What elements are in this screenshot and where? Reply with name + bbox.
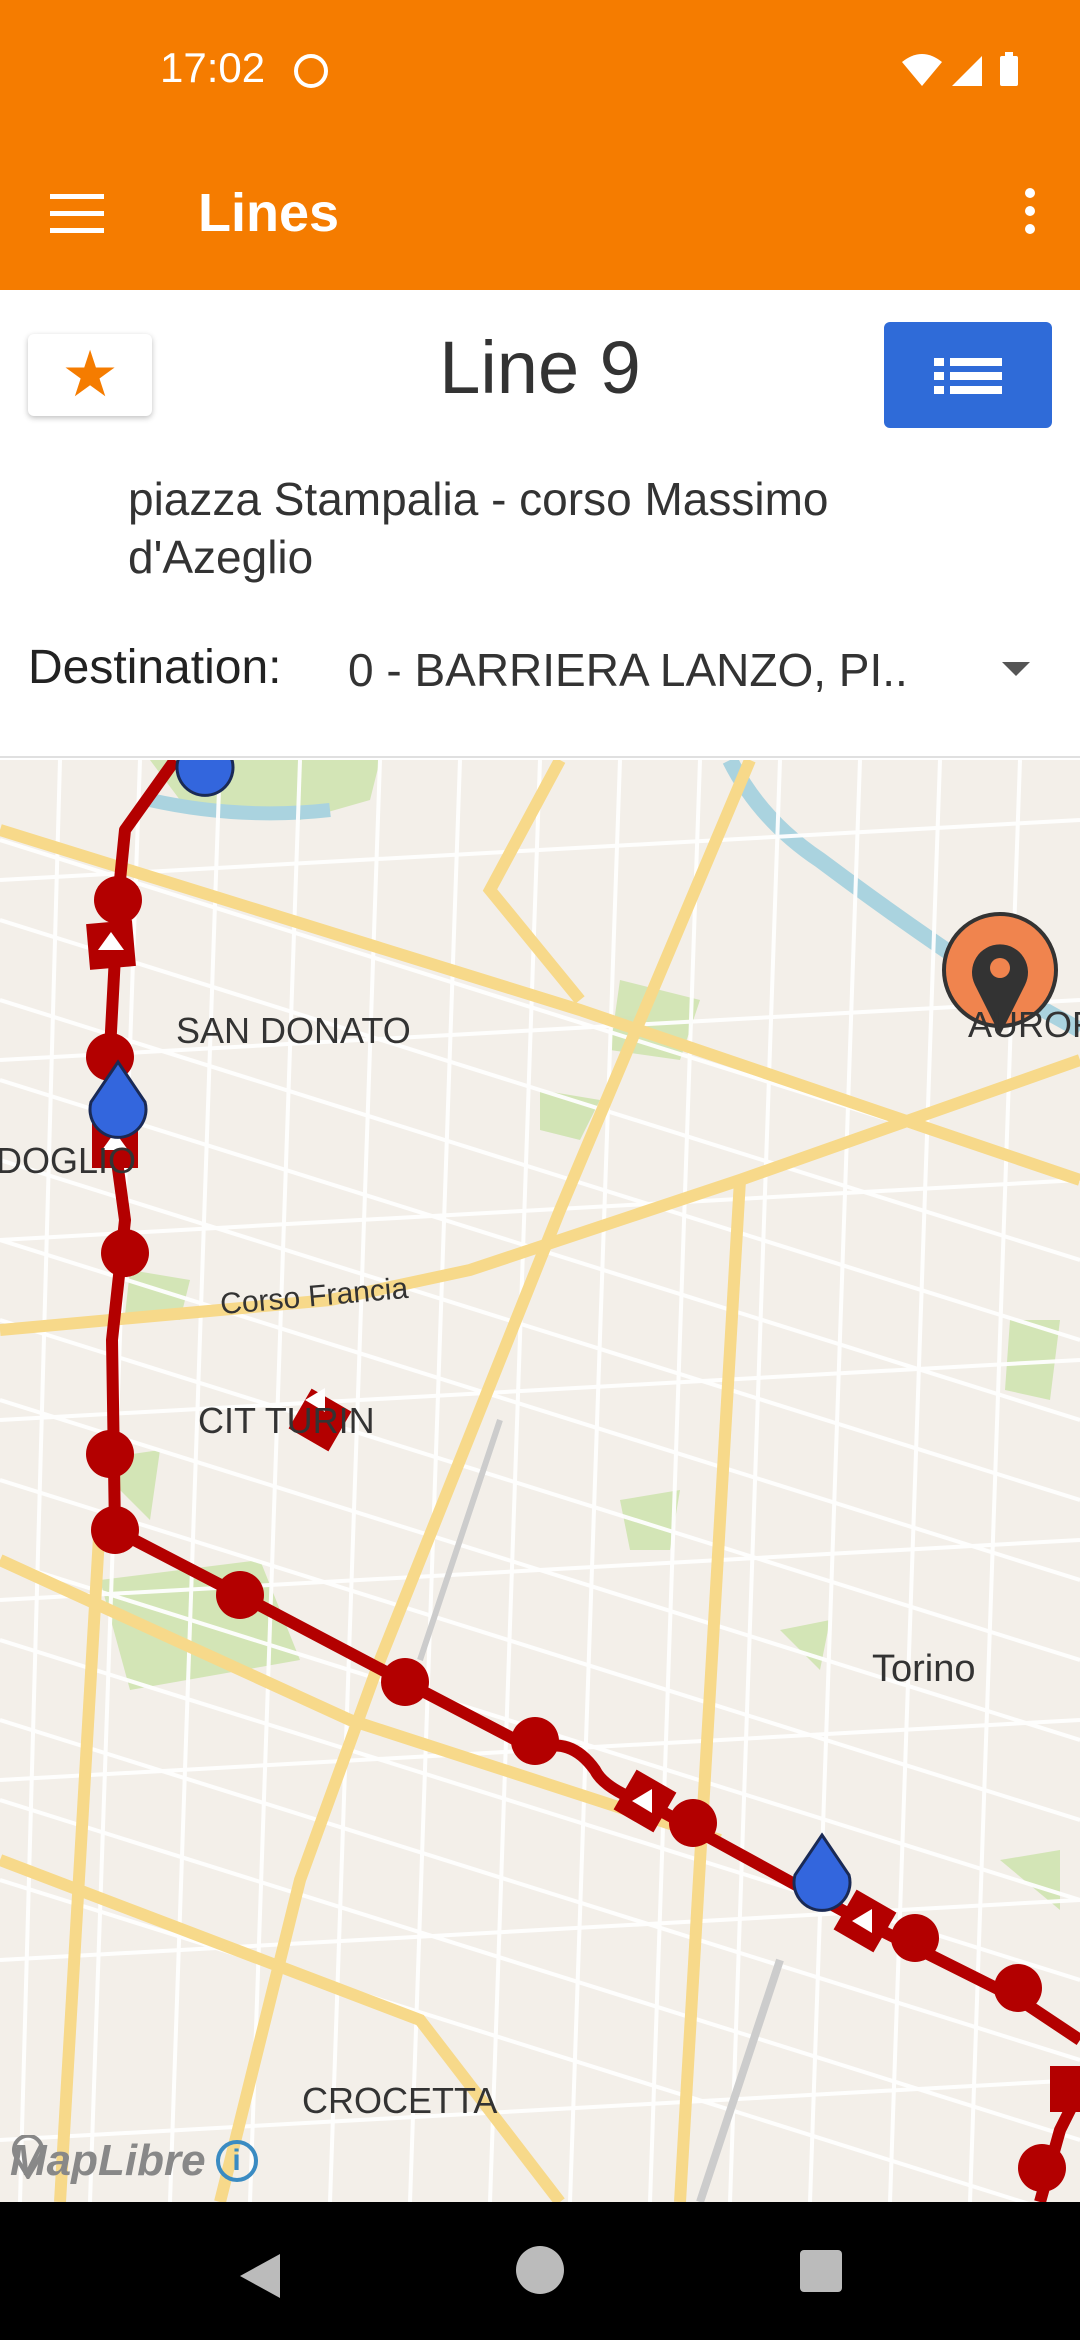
map-attribution: MapLibre i: [10, 2135, 258, 2187]
notification-icon: [294, 54, 328, 88]
map-label-cit-turin: CIT TURIN: [198, 1400, 375, 1441]
list-icon: [934, 358, 1002, 394]
status-bar: 17:02: [0, 0, 1080, 142]
destination-dropdown[interactable]: 0 - BARRIERA LANZO, PI..: [330, 620, 1050, 720]
bus-vehicle-icon: [792, 1832, 852, 1912]
map-label-doglio: IDOGLIO: [0, 1140, 137, 1181]
maplibre-logo-icon: [12, 2135, 44, 2179]
wifi-icon: [902, 54, 942, 86]
system-nav-bar: [0, 2202, 1080, 2340]
bus-stop: [216, 1571, 264, 1619]
status-time: 17:02: [160, 44, 266, 91]
bus-stop: [101, 1229, 149, 1277]
bus-stop: [891, 1914, 939, 1962]
destination-label: Destination:: [28, 641, 282, 694]
divider: [0, 756, 1080, 758]
menu-icon[interactable]: [50, 194, 104, 234]
info-icon[interactable]: i: [215, 2140, 258, 2182]
map-label-crocetta: CROCETTA: [302, 2080, 498, 2121]
bus-stop: [91, 1506, 139, 1554]
bus-stop: [94, 876, 142, 924]
route-description: piazza Stampalia - corso Massimo d'Azegl…: [128, 473, 829, 583]
app-bar: Lines: [0, 142, 1080, 290]
destination-value: 0 - BARRIERA LANZO, PI..: [348, 644, 908, 696]
map-view[interactable]: SAN DONATO IDOGLIO Corso Francia CIT TUR…: [0, 760, 1080, 2202]
dropdown-arrow-icon: [1002, 662, 1030, 676]
map-label-aurora: AURORA: [968, 1004, 1080, 1045]
back-icon[interactable]: [236, 2252, 284, 2300]
recent-apps-icon[interactable]: [800, 2250, 842, 2292]
map-canvas: [0, 760, 1080, 2202]
direction-arrow: [1050, 2066, 1080, 2112]
bus-stop: [669, 1799, 717, 1847]
stops-list-button[interactable]: [884, 322, 1052, 428]
signal-icon: [952, 56, 982, 86]
more-options-icon[interactable]: [1020, 188, 1040, 242]
app-title: Lines: [198, 183, 340, 243]
bus-stop: [511, 1717, 559, 1765]
battery-icon: [1000, 56, 1018, 86]
bus-stop: [994, 1964, 1042, 2012]
status-icons: [900, 50, 1030, 94]
map-label-san-donato: SAN DONATO: [176, 1010, 411, 1051]
map-label-torino: Torino: [872, 1648, 976, 1690]
home-icon[interactable]: [516, 2246, 564, 2294]
bus-stop: [1018, 2144, 1066, 2192]
bus-stop: [86, 1430, 134, 1478]
bus-stop: [381, 1658, 429, 1706]
